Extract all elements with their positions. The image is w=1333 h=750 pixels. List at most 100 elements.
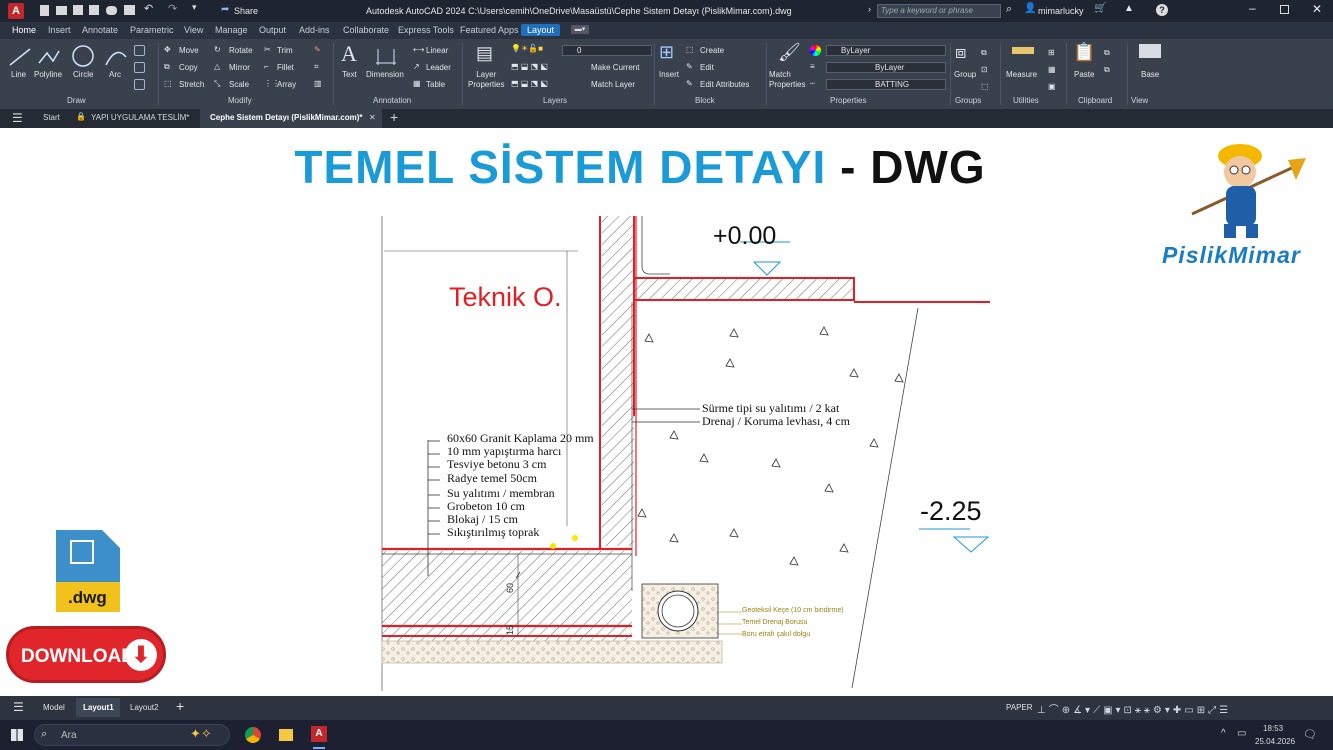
layer-tools-icons-2[interactable]: ⬒ ⬓ ⬔ ⬕ xyxy=(511,79,548,88)
layer-dropdown[interactable]: 0 xyxy=(562,45,652,56)
file-tab-yapi[interactable]: YAPI UYGULAMA TESLİM* xyxy=(91,113,189,122)
share-button[interactable]: Share xyxy=(234,6,258,16)
paper-space-toggle[interactable]: PAPER xyxy=(1006,703,1033,712)
add-layout-icon[interactable]: + xyxy=(176,698,184,714)
tray-icons[interactable]: ▭ xyxy=(1237,728,1246,739)
autocad-app-icon[interactable]: A xyxy=(8,3,24,19)
download-button[interactable]: DOWNLOAD ⬇ xyxy=(6,626,166,683)
maximize-button[interactable] xyxy=(1280,5,1289,14)
polyline-tool[interactable]: Polyline xyxy=(34,70,62,79)
layer-tools-icons[interactable]: ⬒ ⬓ ⬔ ⬕ xyxy=(511,62,548,71)
binoculars-icon[interactable]: ⌕ xyxy=(1006,3,1012,16)
table-icon[interactable]: ▦ xyxy=(413,79,421,88)
trim-icon[interactable]: ✂ xyxy=(264,45,271,54)
copy-tool[interactable]: Copy xyxy=(179,63,198,72)
rotate-icon[interactable]: ↻ xyxy=(214,45,221,54)
file-tab-cephe[interactable]: Cephe Sistem Detayı (PislikMimar.com)* xyxy=(210,113,363,122)
user-name[interactable]: mimarlucky xyxy=(1038,6,1084,16)
layer-properties-icon[interactable]: ▤ xyxy=(476,43,493,64)
line-tool[interactable]: Line xyxy=(11,70,26,79)
autocad-taskbar-icon[interactable]: A xyxy=(311,726,327,742)
scale-tool[interactable]: Scale xyxy=(229,80,249,89)
measure-icon[interactable] xyxy=(1012,47,1034,54)
tab-layout[interactable]: Layout xyxy=(521,24,561,36)
layout2-tab[interactable]: Layout2 xyxy=(130,703,158,712)
close-tab-icon[interactable]: ✕ xyxy=(369,113,376,122)
move-tool[interactable]: Move xyxy=(179,46,199,55)
minimize-button[interactable]: – xyxy=(1249,1,1256,15)
array-tool[interactable]: Array xyxy=(277,80,296,89)
drawing-canvas[interactable]: TEMEL SİSTEM DETAYI - DWG Teknik O. +0.0… xyxy=(0,128,1333,696)
layout1-tab[interactable]: Layout1 xyxy=(83,703,114,712)
tab-view[interactable]: View xyxy=(184,25,203,35)
layout-menu-icon[interactable]: ☰ xyxy=(13,700,24,714)
match-properties-icon[interactable]: 🖌 xyxy=(778,42,801,63)
linetype-dropdown[interactable]: BATTING xyxy=(826,79,946,90)
stretch-icon[interactable]: ⬚ xyxy=(164,79,172,88)
mirror-icon[interactable]: △ xyxy=(214,62,220,71)
base-view-tool[interactable]: Base xyxy=(1141,70,1159,79)
color-dropdown[interactable]: ByLayer xyxy=(826,45,946,56)
new-tab-icon[interactable]: + xyxy=(390,109,398,125)
measure-tool[interactable]: Measure xyxy=(1006,70,1037,79)
utilities-panel-label[interactable]: Utilities xyxy=(1013,96,1039,105)
layer-state-icons[interactable]: 💡☀🔓■ xyxy=(511,44,543,53)
chrome-app-icon[interactable] xyxy=(245,727,261,743)
rectangle-icon[interactable] xyxy=(134,45,145,56)
region-icon[interactable] xyxy=(134,79,145,90)
chevron-right-icon[interactable]: › xyxy=(868,4,871,14)
help-search-input[interactable]: Type a keyword or phrase xyxy=(877,4,1001,18)
edit-block-icon[interactable]: ✎ xyxy=(686,62,693,71)
polyline-tool-icon[interactable] xyxy=(37,45,61,69)
text-tool[interactable]: Text xyxy=(342,70,357,79)
insert-block-tool[interactable]: Insert xyxy=(659,70,679,79)
tab-collaborate[interactable]: Collaborate xyxy=(343,25,389,35)
cart-icon[interactable]: 🛒 xyxy=(1094,3,1106,14)
leader-icon[interactable]: ↗ xyxy=(413,62,420,71)
paste-icon[interactable]: 📋 xyxy=(1073,42,1095,63)
menu-icon[interactable]: ☰ xyxy=(12,111,23,125)
annotation-panel-label[interactable]: Annotation xyxy=(373,96,411,105)
leader-tool[interactable]: Leader xyxy=(426,63,451,72)
table-tool[interactable]: Table xyxy=(426,80,445,89)
edit-attributes-tool[interactable]: Edit Attributes xyxy=(700,80,749,89)
offset-icon[interactable]: ▥ xyxy=(314,79,322,88)
status-tools-icons[interactable]: ⊥⌒⊕∡▾⟋▣▾⊡⚹⚹⚙▾✚▭⊞⤢☰ xyxy=(1037,701,1231,716)
clipboard-panel-label[interactable]: Clipboard xyxy=(1078,96,1112,105)
tab-insert[interactable]: Insert xyxy=(48,25,71,35)
linear-tool[interactable]: Linear xyxy=(426,46,448,55)
dimension-icon[interactable] xyxy=(374,45,398,69)
file-tab-start[interactable]: Start xyxy=(43,113,60,122)
scale-icon[interactable]: ⤡ xyxy=(214,79,220,89)
tab-annotate[interactable]: Annotate xyxy=(82,25,118,35)
group-tool[interactable]: Group xyxy=(954,70,976,79)
base-view-icon[interactable] xyxy=(1139,44,1161,58)
share-icon[interactable]: ➦ xyxy=(221,4,229,15)
groups-panel-label[interactable]: Groups xyxy=(955,96,981,105)
arc-tool-icon[interactable] xyxy=(104,45,128,69)
tab-output[interactable]: Output xyxy=(259,25,286,35)
make-current-tool[interactable]: Make Current xyxy=(591,63,639,72)
block-panel-label[interactable]: Block xyxy=(695,96,715,105)
hatch-icon[interactable] xyxy=(134,62,145,73)
erase-icon[interactable]: ✎ xyxy=(314,45,321,54)
qat-dropdown-icon[interactable]: ▾ xyxy=(192,2,197,13)
layer-properties-tool[interactable]: Layer Properties xyxy=(468,70,504,90)
help-icon[interactable]: ? xyxy=(1156,4,1168,16)
explode-icon[interactable]: ⌗ xyxy=(314,62,319,72)
copy-icon[interactable]: ⧉ xyxy=(164,62,170,72)
file-explorer-icon[interactable] xyxy=(279,729,293,741)
windows-start-icon[interactable] xyxy=(11,729,23,741)
fillet-tool[interactable]: Fillet xyxy=(277,63,294,72)
notification-icon[interactable]: 🗨 xyxy=(1303,728,1317,741)
clock-date[interactable]: 25.04.2026 xyxy=(1255,737,1295,746)
ribbon-options-icon[interactable]: ▬▾ xyxy=(571,25,589,34)
rotate-tool[interactable]: Rotate xyxy=(229,46,253,55)
clock-time[interactable]: 18:53 xyxy=(1263,724,1283,733)
draw-panel-label[interactable]: Draw xyxy=(67,96,86,105)
model-tab[interactable]: Model xyxy=(43,703,65,712)
redo-icon[interactable]: ↷ xyxy=(168,2,177,15)
linear-icon[interactable]: ⟷ xyxy=(413,45,424,54)
arc-tool[interactable]: Arc xyxy=(109,70,121,79)
line-tool-icon[interactable] xyxy=(8,45,32,69)
